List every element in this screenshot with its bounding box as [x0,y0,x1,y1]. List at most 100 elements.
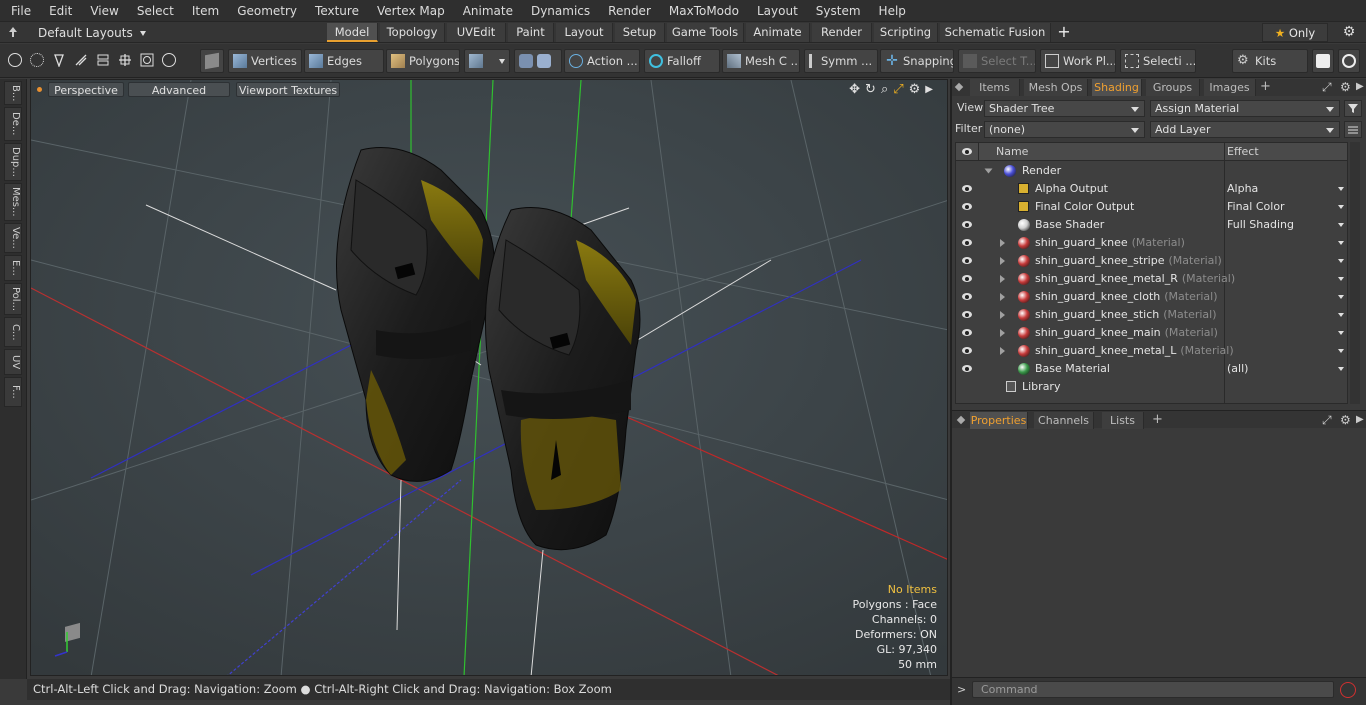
panel-gear-icon[interactable]: ⚙ [1340,79,1351,95]
shader-row-shin_guard_knee_metal_r[interactable]: shin_guard_knee_metal_R (Material) [956,270,1347,288]
visibility-eye-icon[interactable] [962,257,972,264]
visibility-eye-icon[interactable] [962,221,972,228]
side-tab-4[interactable]: Ve... [4,223,22,253]
visibility-eye-icon[interactable] [962,329,972,336]
add-properties-tab-button[interactable]: + [1152,412,1163,428]
brush-icon[interactable] [74,53,88,67]
expand-triangle-icon[interactable] [1000,347,1005,355]
snapping-button[interactable]: ✛ Snapping [880,49,954,73]
kits-button[interactable]: ⚙ Kits [1232,49,1308,73]
falloff-button[interactable]: Falloff [644,49,720,73]
props-tab-channels[interactable]: Channels [1034,412,1094,429]
unreal-button[interactable] [1338,49,1360,73]
menu-item-item[interactable]: Item [181,4,226,18]
shader-row-final-color-output[interactable]: Final Color Output Final Color [956,198,1347,216]
side-tab-8[interactable]: UV [4,349,22,375]
globe-icon[interactable] [30,53,44,67]
viewport-settings-gear-icon[interactable]: ⚙ [909,82,921,98]
side-tab-5[interactable]: E... [4,255,22,281]
shader-row-shin_guard_knee_main[interactable]: shin_guard_knee_main (Material) [956,324,1347,342]
pen-icon[interactable] [52,53,66,68]
visibility-eye-icon[interactable] [962,293,972,300]
edges-button[interactable]: Edges [304,49,384,73]
menu-item-dynamics[interactable]: Dynamics [520,4,597,18]
layout-selector[interactable]: Default Layouts [38,24,146,42]
maximize-view-icon[interactable]: ⤢ [893,82,903,98]
tab-schematic-fusion[interactable]: Schematic Fusion [940,23,1051,42]
mesh-constraint-button[interactable]: Mesh C ... [722,49,800,73]
visibility-eye-icon[interactable] [962,311,972,318]
play-arrow-icon[interactable]: ▶ [925,82,933,98]
assign-material-select[interactable]: Assign Material [1150,100,1340,117]
expand-triangle-icon[interactable] [1000,311,1005,319]
props-tab-lists[interactable]: Lists [1102,412,1144,429]
panel-tab-shading[interactable]: Shading [1092,79,1142,96]
select-tool-button[interactable]: Select T... [958,49,1036,73]
visibility-eye-icon[interactable] [962,275,972,282]
expand-triangle-icon[interactable] [1000,275,1005,283]
tab-model[interactable]: Model [327,23,378,42]
circle-select-icon[interactable] [8,53,22,67]
panel-menu-icon[interactable] [954,82,964,92]
effect-dropdown-icon[interactable] [1338,241,1344,245]
list-options-icon[interactable] [1344,121,1362,138]
3d-viewport[interactable]: Perspective Advanced Viewport Textures ✥… [30,79,948,676]
properties-menu-icon[interactable] [956,415,966,425]
effect-dropdown-icon[interactable] [1338,367,1344,371]
menu-item-select[interactable]: Select [126,4,181,18]
panel-tab-groups[interactable]: Groups [1146,79,1200,96]
effect-dropdown-icon[interactable] [1338,259,1344,263]
view-select[interactable]: Shader Tree [984,100,1145,117]
menu-item-animate[interactable]: Animate [452,4,520,18]
material-mode-button[interactable] [464,49,510,73]
symmetry-toggle-button[interactable] [514,49,562,73]
tab-render[interactable]: Render [812,23,872,42]
expand-triangle-icon[interactable] [1000,257,1005,265]
tab-topology[interactable]: Topology [380,23,445,42]
action-button[interactable]: Action ... [564,49,640,73]
shader-row-render[interactable]: Render [956,162,1347,180]
side-tab-6[interactable]: Pol... [4,283,22,315]
visibility-eye-icon[interactable] [962,365,972,372]
shader-row-shin_guard_knee_metal_l[interactable]: shin_guard_knee_metal_L (Material) [956,342,1347,360]
shader-row-base-shader[interactable]: Base Shader Full Shading [956,216,1347,234]
filter-funnel-icon[interactable] [1344,100,1362,117]
menu-item-edit[interactable]: Edit [38,4,79,18]
symmetry-button[interactable]: Symm ... [804,49,878,73]
cube-button[interactable] [200,49,224,73]
perspective-button[interactable]: Perspective [48,82,124,97]
side-tab-3[interactable]: Mes... [4,183,22,221]
menu-item-view[interactable]: View [79,4,125,18]
visibility-eye-icon[interactable] [962,185,972,192]
align-icon[interactable] [118,53,132,67]
tab-paint[interactable]: Paint [508,23,554,42]
shader-row-base-material[interactable]: Base Material (all) [956,360,1347,378]
properties-collapse-icon[interactable]: ▶ [1356,412,1364,428]
add-layer-select[interactable]: Add Layer [1150,121,1340,138]
shader-row-alpha-output[interactable]: Alpha Output Alpha [956,180,1347,198]
add-tab-button[interactable]: + [1056,23,1072,42]
expand-properties-icon[interactable]: ⤢ [1322,412,1332,428]
expand-panel-icon[interactable]: ⤢ [1322,79,1332,95]
vertices-button[interactable]: Vertices [228,49,302,73]
tab-uvedit[interactable]: UVEdit [447,23,506,42]
tab-animate[interactable]: Animate [746,23,810,42]
visibility-eye-icon[interactable] [962,203,972,210]
shader-tree-scrollbar[interactable] [1350,142,1360,404]
menu-item-system[interactable]: System [805,4,868,18]
tab-scripting[interactable]: Scripting [874,23,938,42]
side-tab-7[interactable]: C... [4,317,22,347]
props-tab-properties[interactable]: Properties [970,412,1028,429]
effect-value[interactable]: Final Color [1227,198,1285,216]
shader-row-shin_guard_knee_cloth[interactable]: shin_guard_knee_cloth (Material) [956,288,1347,306]
menu-item-geometry[interactable]: Geometry [226,4,304,18]
side-tab-1[interactable]: De... [4,107,22,141]
tab-game-tools[interactable]: Game Tools [667,23,744,42]
command-input[interactable]: Command [972,681,1334,698]
expand-triangle-icon[interactable] [1000,293,1005,301]
menu-item-layout[interactable]: Layout [746,4,805,18]
panel-tab-images[interactable]: Images [1204,79,1256,96]
shader-row-shin_guard_knee_stripe[interactable]: shin_guard_knee_stripe (Material) [956,252,1347,270]
only-button[interactable]: ★ Only [1262,23,1328,42]
panel-collapse-icon[interactable]: ▶ [1356,79,1364,95]
